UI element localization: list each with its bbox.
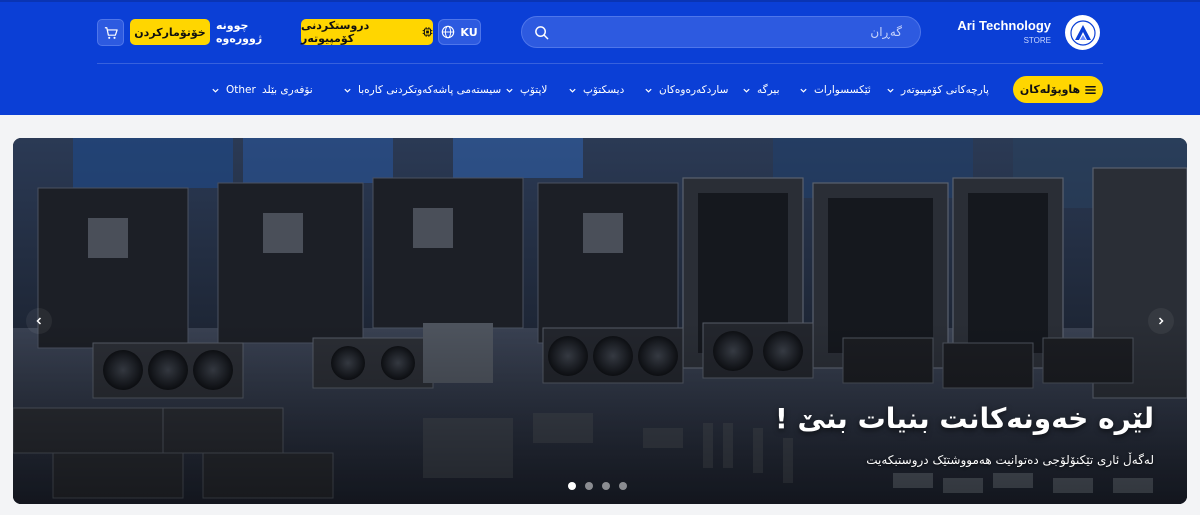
- logo-subtitle: STORE: [1023, 36, 1051, 45]
- chevron-down-icon: [569, 88, 576, 93]
- slider-dot[interactable]: [602, 482, 610, 490]
- login-link[interactable]: چوونە ژوورەوە: [216, 19, 296, 45]
- slider-dot[interactable]: [585, 482, 593, 490]
- nav-item-accessories[interactable]: ئێکسسوارات: [799, 80, 871, 100]
- language-selector[interactable]: KU: [438, 19, 481, 45]
- nav-item-label: دیسکتۆپ: [583, 84, 625, 96]
- chevron-right-icon: [1158, 317, 1164, 325]
- nav-item-label: ئێکسسوارات: [814, 84, 871, 96]
- nav-item-memory[interactable]: بیرگە: [742, 80, 780, 100]
- menu-icon: [1085, 85, 1096, 94]
- nav-item-coolers[interactable]: ساردکەرەوەکان: [644, 80, 728, 100]
- register-button[interactable]: خۆتۆمارکردن: [130, 19, 210, 45]
- nav-item-label: بیرگە: [757, 84, 780, 96]
- nav-item-label: لاپتۆپ: [520, 84, 548, 96]
- nav-item-label: پارچەکانی کۆمپیوتەر: [901, 84, 989, 96]
- slider-dot[interactable]: [619, 482, 627, 490]
- search-box[interactable]: [521, 16, 921, 48]
- nav-item-ups[interactable]: سیستەمی پاشەکەوتکردنی کارەبا: [343, 80, 501, 100]
- search-input[interactable]: [562, 17, 902, 47]
- cart-icon: [104, 26, 118, 39]
- chevron-down-icon: [212, 88, 219, 93]
- nav-item-label: سیستەمی پاشەکەوتکردنی کارەبا: [358, 84, 502, 96]
- categories-label: هاوپۆلەکان: [1019, 83, 1081, 96]
- language-label: KU: [460, 25, 478, 39]
- nav-item-desktop[interactable]: دیسکتۆپ: [568, 80, 624, 100]
- nav-item-laptop[interactable]: لاپتۆپ: [505, 80, 547, 100]
- chevron-left-icon: [36, 317, 42, 325]
- hero-subtitle: لەگەڵ ئاری تێکنۆلۆجی دەتوانیت هەمووشتێک …: [866, 453, 1154, 467]
- logo-icon[interactable]: [1065, 15, 1100, 50]
- nav-item-new-build[interactable]: نۆفەری بێلد: [262, 80, 313, 100]
- slider-prev-button[interactable]: [26, 308, 52, 334]
- nav-item-label: نۆفەری بێلد: [262, 84, 313, 96]
- slider-dot[interactable]: [568, 482, 576, 490]
- hero-slider[interactable]: [13, 138, 1187, 504]
- nav-item-label: Other: [226, 84, 256, 96]
- nav-item-other[interactable]: Other: [211, 80, 256, 100]
- search-icon[interactable]: [534, 25, 549, 40]
- nav-item-label: ساردکەرەوەکان: [659, 84, 729, 96]
- hero-title: لێرە خەونەکانت بنیات بنێ !: [775, 402, 1154, 435]
- chevron-down-icon: [887, 88, 894, 93]
- hero-image: [13, 138, 1187, 504]
- logo-title[interactable]: Ari Technology: [955, 18, 1051, 33]
- build-pc-button[interactable]: دروستکردنی کۆمپیوتەر: [301, 19, 433, 45]
- chevron-down-icon: [344, 88, 351, 93]
- slider-dots: [568, 482, 632, 490]
- site-header: Ari Technology STORE KU دروستکردنی کۆمپی…: [0, 0, 1200, 115]
- categories-button[interactable]: هاوپۆلەکان: [1013, 76, 1103, 103]
- header-divider: [97, 63, 1103, 64]
- globe-icon: [442, 25, 455, 39]
- slider-next-button[interactable]: [1148, 308, 1174, 334]
- chevron-down-icon: [800, 88, 807, 93]
- chevron-down-icon: [506, 88, 513, 93]
- build-pc-label: دروستکردنی کۆمپیوتەر: [301, 19, 370, 45]
- nav-item-pc-parts[interactable]: پارچەکانی کۆمپیوتەر: [886, 80, 989, 100]
- chevron-down-icon: [743, 88, 750, 93]
- cpu-icon: [422, 27, 433, 37]
- chevron-down-icon: [645, 88, 652, 93]
- cart-button[interactable]: [97, 19, 124, 46]
